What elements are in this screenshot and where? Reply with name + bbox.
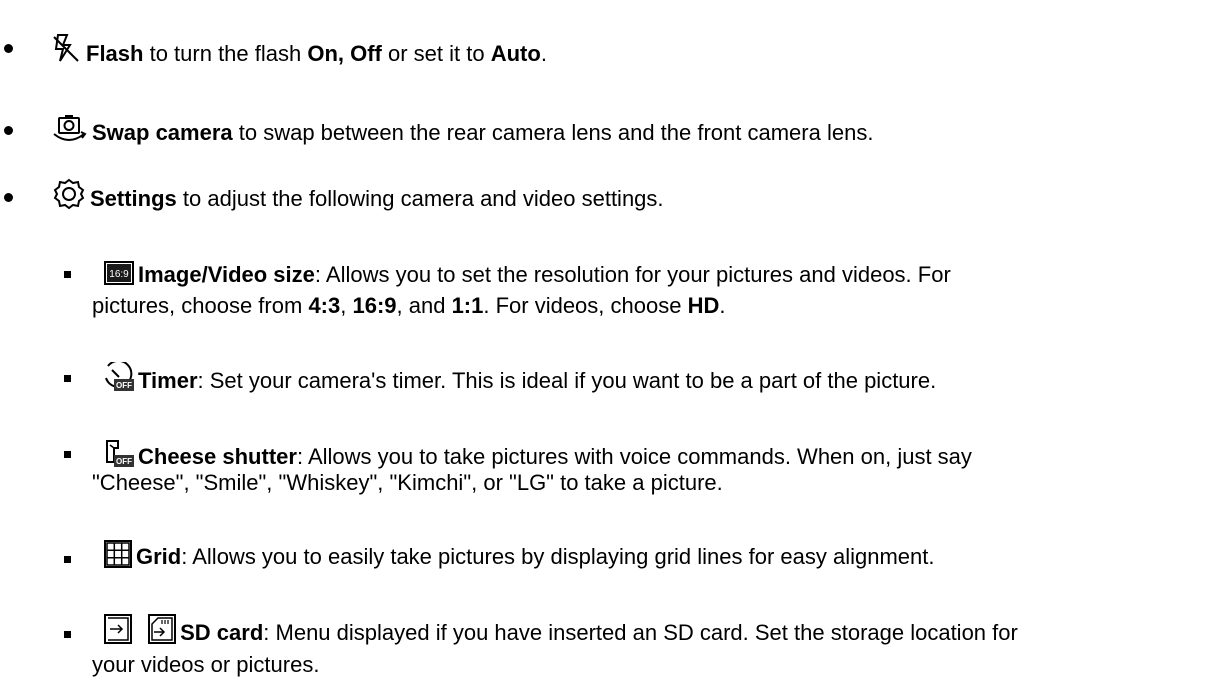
bullet — [64, 631, 71, 638]
internal-storage-icon — [104, 614, 132, 644]
settings-gear-icon — [52, 178, 86, 210]
sd-card-icon — [148, 614, 177, 644]
svg-text:OFF: OFF — [116, 381, 132, 390]
svg-text:16:9: 16:9 — [109, 269, 129, 280]
timer-off-icon: OFF — [104, 362, 134, 392]
settings-label: Settings — [90, 186, 177, 211]
grid-icon — [104, 540, 132, 568]
bullet — [64, 556, 71, 563]
flash-label: Flash — [86, 41, 144, 66]
timer-label: Timer — [138, 368, 198, 393]
svg-text:OFF: OFF — [116, 457, 132, 466]
bullet — [4, 44, 13, 53]
swap-camera-icon — [52, 114, 88, 144]
grid-label: Grid — [136, 544, 182, 569]
bullet — [64, 271, 71, 278]
bullet — [64, 451, 71, 458]
cheese-shutter-label: Cheese shutter — [138, 444, 297, 469]
flash-off-icon — [52, 33, 82, 63]
swap-camera-label: Swap camera — [92, 120, 233, 145]
bullet — [4, 193, 13, 202]
bullet — [64, 375, 71, 382]
image-video-size-label: Image/Video size — [138, 262, 315, 287]
cheese-shutter-off-icon: OFF — [104, 438, 134, 468]
image-size-16-9-icon: 16:9 — [104, 261, 134, 285]
bullet — [4, 126, 13, 135]
sd-card-label: SD card — [180, 620, 264, 645]
